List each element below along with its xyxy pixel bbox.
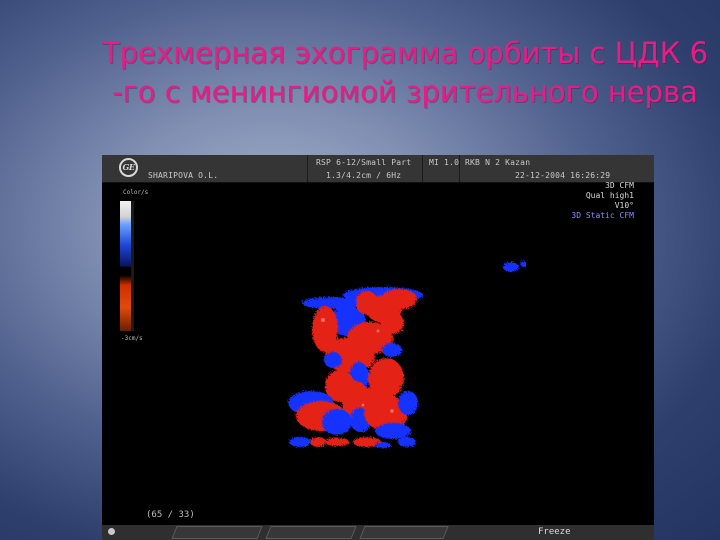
depth-frequency: 1.3/4.2cm / 6Hz bbox=[326, 171, 402, 180]
bottom-tab bbox=[359, 526, 449, 539]
scanner-bottom-bar: Freeze bbox=[102, 525, 654, 540]
status-dot-icon bbox=[108, 528, 115, 535]
freeze-status: Freeze bbox=[538, 527, 571, 537]
frame-counter: (65 / 33) bbox=[146, 510, 195, 520]
color-scale-top-label: Color/s bbox=[123, 189, 149, 196]
bottom-tab bbox=[265, 526, 357, 539]
quality-setting: Qual high1 bbox=[585, 191, 634, 200]
patient-name: SHARIPOVA O.L. bbox=[148, 171, 219, 180]
ge-logo-icon: GE bbox=[119, 158, 138, 177]
scan-mode-3d-cfm: 3D CFM bbox=[605, 181, 634, 190]
static-cfm-mode: 3D Static CFM bbox=[571, 211, 634, 220]
angle-setting: V10° bbox=[614, 201, 634, 210]
header-divider bbox=[422, 155, 423, 182]
slide-title: Трехмерная эхограмма орбиты с ЦДК 6 -го … bbox=[100, 34, 710, 112]
date-time: 22-12-2004 16:26:29 bbox=[515, 171, 611, 180]
color-scale-bar bbox=[120, 201, 134, 331]
bottom-tab bbox=[171, 526, 263, 539]
header-divider bbox=[459, 155, 460, 182]
probe-label: RSP 6-12/Small Part bbox=[316, 158, 412, 167]
color-scale-bottom-label: -3cm/s bbox=[121, 335, 143, 342]
header-divider bbox=[307, 155, 308, 182]
ultrasound-screen: GE SHARIPOVA O.L. RSP 6-12/Small Part 1.… bbox=[102, 155, 654, 540]
doppler-ultrasound-image bbox=[288, 261, 526, 448]
slide-title-line-1: Трехмерная эхограмма орбиты с ЦДК 6 bbox=[101, 36, 709, 70]
slide-title-line-2: -го с менингиомой зрительного нерва bbox=[112, 75, 698, 109]
facility-name: RKB N 2 Kazan bbox=[465, 158, 531, 167]
scan-info-panel: 3D CFM Qual high1 V10° 3D Static CFM bbox=[571, 181, 634, 221]
scanner-header: GE SHARIPOVA O.L. RSP 6-12/Small Part 1.… bbox=[102, 155, 654, 183]
mi-value: MI 1.0 bbox=[429, 158, 460, 167]
